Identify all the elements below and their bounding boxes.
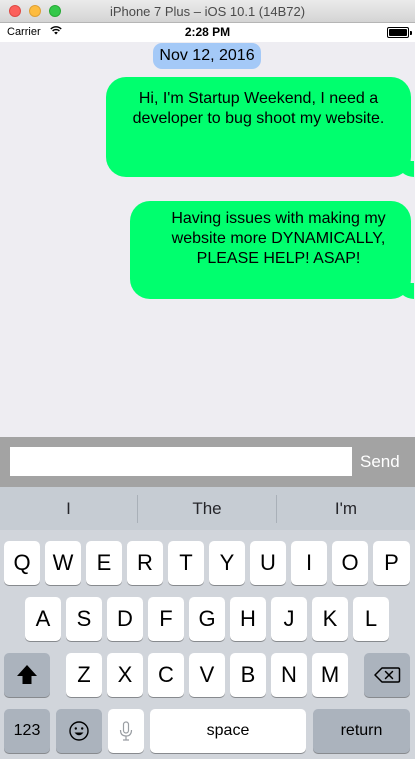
key-l[interactable]: L <box>353 597 389 641</box>
key-x[interactable]: X <box>107 653 143 697</box>
send-button[interactable]: Send <box>360 448 408 475</box>
key-o[interactable]: O <box>332 541 368 585</box>
key-z[interactable]: Z <box>66 653 102 697</box>
key-t[interactable]: T <box>168 541 204 585</box>
key-w[interactable]: W <box>45 541 81 585</box>
key-i[interactable]: I <box>291 541 327 585</box>
key-j[interactable]: J <box>271 597 307 641</box>
key-e[interactable]: E <box>86 541 122 585</box>
message-bubble[interactable]: Hi, I'm Startup Weekend, I need a develo… <box>106 77 414 177</box>
key-h[interactable]: H <box>230 597 266 641</box>
key-a[interactable]: A <box>25 597 61 641</box>
window-title: iPhone 7 Plus – iOS 10.1 (14B72) <box>109 4 306 19</box>
conversation-area[interactable]: Nov 12, 2016 Hi, I'm Startup Weekend, I … <box>0 42 415 437</box>
suggestion-item[interactable]: The <box>138 487 276 530</box>
key-n[interactable]: N <box>271 653 307 697</box>
message-input[interactable] <box>10 447 352 476</box>
predictive-bar: I The I'm <box>0 487 415 530</box>
status-time: 2:28 PM <box>184 25 231 39</box>
key-q[interactable]: Q <box>4 541 40 585</box>
key-v[interactable]: V <box>189 653 225 697</box>
simulator-title-bar: iPhone 7 Plus – iOS 10.1 (14B72) <box>0 0 415 23</box>
dictation-key[interactable] <box>108 709 144 753</box>
message-bubble[interactable]: Having issues with making my website mor… <box>130 201 414 299</box>
battery-icon <box>387 27 412 38</box>
shift-icon <box>17 665 37 684</box>
numbers-key[interactable]: 123 <box>4 709 50 753</box>
key-b[interactable]: B <box>230 653 266 697</box>
key-p[interactable]: P <box>373 541 410 585</box>
key-m[interactable]: M <box>312 653 348 697</box>
space-key[interactable]: space <box>150 709 306 753</box>
key-d[interactable]: D <box>107 597 143 641</box>
keyboard: I The I'm Q W E R T Y U I O P A S D F G … <box>0 487 415 759</box>
status-bar: Carrier 2:28 PM <box>0 23 415 42</box>
shift-key[interactable] <box>4 653 50 697</box>
key-k[interactable]: K <box>312 597 348 641</box>
key-u[interactable]: U <box>250 541 286 585</box>
date-header: Nov 12, 2016 <box>153 43 261 69</box>
message-input-bar: Send <box>0 437 415 487</box>
key-s[interactable]: S <box>66 597 102 641</box>
key-f[interactable]: F <box>148 597 184 641</box>
microphone-icon <box>119 721 133 741</box>
key-c[interactable]: C <box>148 653 184 697</box>
key-r[interactable]: R <box>127 541 163 585</box>
key-y[interactable]: Y <box>209 541 245 585</box>
suggestion-item[interactable]: I'm <box>277 487 415 530</box>
emoji-icon <box>69 721 89 741</box>
key-g[interactable]: G <box>189 597 225 641</box>
backspace-key[interactable] <box>364 653 410 697</box>
return-key[interactable]: return <box>313 709 410 753</box>
emoji-key[interactable] <box>56 709 102 753</box>
backspace-icon <box>374 667 401 683</box>
suggestion-item[interactable]: I <box>0 487 137 530</box>
